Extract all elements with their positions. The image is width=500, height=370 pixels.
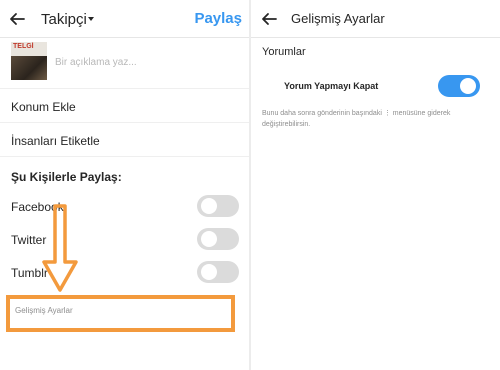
share-screen: Takipçi Paylaş TELGİ Bir açıklama yaz...… — [0, 0, 250, 370]
tag-people-label: İnsanları Etiketle — [11, 134, 100, 148]
add-location-label: Konum Ekle — [11, 100, 76, 114]
comments-description: Bunu daha sonra gönderinin başındaki ⋮ m… — [262, 110, 451, 128]
comments-section-title: Yorumlar — [262, 46, 306, 58]
audience-selector[interactable]: Takipçi — [41, 11, 87, 28]
post-thumbnail: TELGİ — [11, 42, 47, 80]
caption-row: TELGİ Bir açıklama yaz... — [0, 39, 250, 89]
advanced-settings-row[interactable]: Gelişmiş Ayarlar — [6, 295, 235, 332]
caption-input[interactable]: Bir açıklama yaz... — [55, 57, 137, 68]
down-arrow-icon — [42, 204, 78, 292]
advanced-settings-screen: Gelişmiş Ayarlar Yorumlar Yorum Yapmayı … — [251, 0, 500, 370]
advanced-settings-label: Gelişmiş Ayarlar — [15, 306, 73, 315]
turn-off-comments-toggle[interactable] — [438, 75, 480, 97]
turn-off-comments-label: Yorum Yapmayı Kapat — [284, 81, 379, 91]
chevron-down-icon[interactable] — [88, 17, 94, 21]
share-with-title: Şu Kişilerle Paylaş: — [11, 170, 122, 184]
thumbnail-logo: TELGİ — [13, 43, 34, 50]
share-header: Takipçi Paylaş — [0, 0, 250, 38]
twitter-toggle[interactable] — [197, 228, 239, 250]
tumblr-toggle[interactable] — [197, 261, 239, 283]
facebook-toggle[interactable] — [197, 195, 239, 217]
page-title: Gelişmiş Ayarlar — [291, 11, 385, 26]
advanced-header: Gelişmiş Ayarlar — [251, 0, 500, 38]
share-button[interactable]: Paylaş — [194, 10, 242, 27]
add-location-row[interactable]: Konum Ekle — [0, 90, 250, 123]
back-arrow-icon[interactable] — [8, 10, 26, 28]
tag-people-row[interactable]: İnsanları Etiketle — [0, 124, 250, 157]
back-arrow-icon[interactable] — [260, 10, 278, 28]
